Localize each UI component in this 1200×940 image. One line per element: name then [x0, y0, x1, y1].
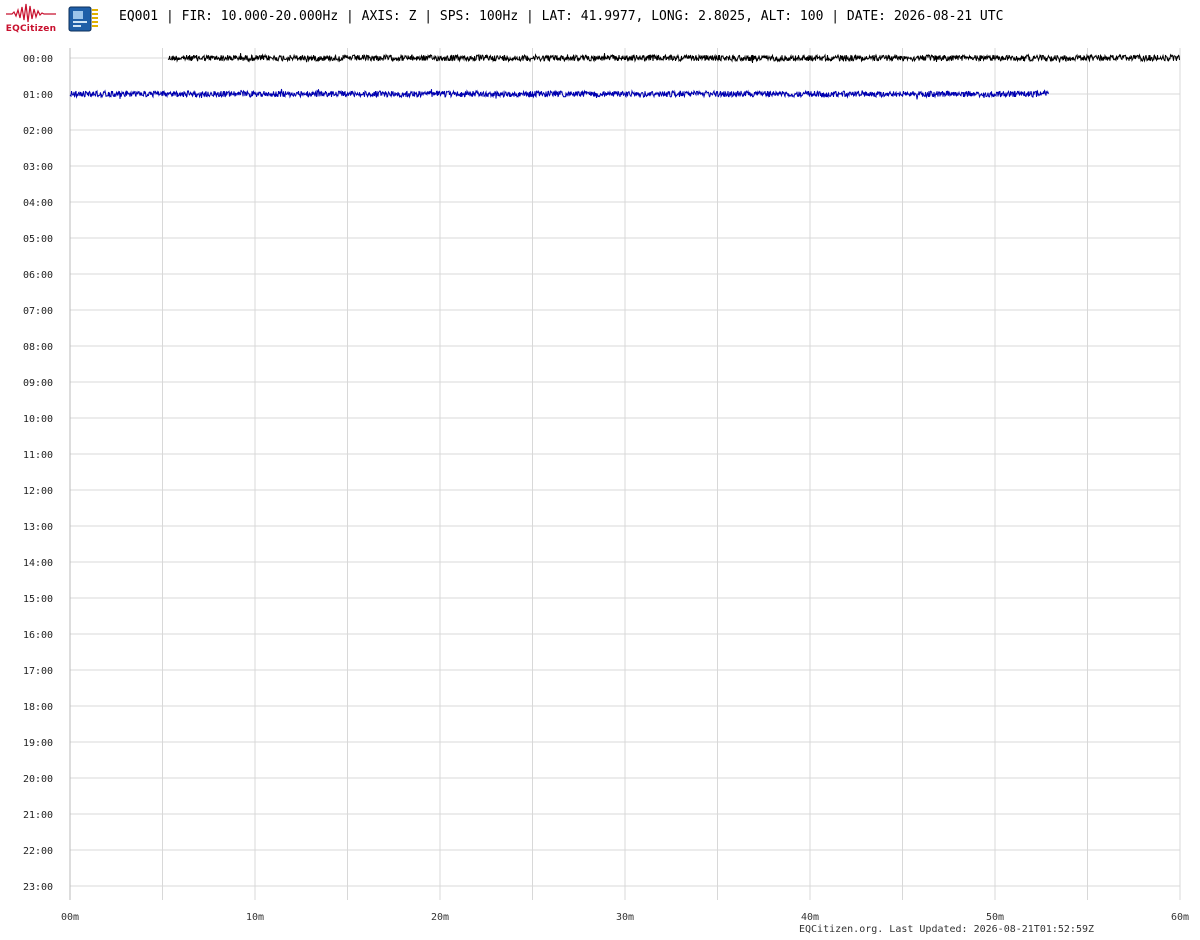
- last-updated-footer: EQCitizen.org. Last Updated: 2026-08-21T…: [799, 924, 1095, 935]
- row-label: 05:00: [23, 234, 53, 245]
- helicorder-plot: 00:00 01:00 02:00 03:00 04:00 05:00 06:00 07:00…: [23, 48, 1189, 923]
- row-label: 10:00: [23, 414, 53, 425]
- row-label: 15:00: [23, 594, 53, 605]
- row-label: 18:00: [23, 702, 53, 713]
- row-label: 01:00: [23, 90, 53, 101]
- row-label: 14:00: [23, 558, 53, 569]
- x-tick-label: 30m: [616, 912, 634, 923]
- row-label: 16:00: [23, 630, 53, 641]
- row-label: 21:00: [23, 810, 53, 821]
- row-label: 04:00: [23, 198, 53, 209]
- row-label: 00:00: [23, 54, 53, 65]
- row-label: 03:00: [23, 162, 53, 173]
- row-label: 02:00: [23, 126, 53, 137]
- x-tick-label: 40m: [801, 912, 819, 923]
- row-label: 11:00: [23, 450, 53, 461]
- row-label: 19:00: [23, 738, 53, 749]
- x-tick-label: 20m: [431, 912, 449, 923]
- row-label: 17:00: [23, 666, 53, 677]
- row-label: 07:00: [23, 306, 53, 317]
- x-tick-label: 50m: [986, 912, 1004, 923]
- row-label: 12:00: [23, 486, 53, 497]
- row-label: 13:00: [23, 522, 53, 533]
- x-tick-label: 00m: [61, 912, 79, 923]
- row-label: 08:00: [23, 342, 53, 353]
- row-label: 23:00: [23, 882, 53, 893]
- row-label: 20:00: [23, 774, 53, 785]
- x-tick-label: 10m: [246, 912, 264, 923]
- row-label: 09:00: [23, 378, 53, 389]
- row-label: 22:00: [23, 846, 53, 857]
- x-tick-label: 60m: [1171, 912, 1189, 923]
- row-label: 06:00: [23, 270, 53, 281]
